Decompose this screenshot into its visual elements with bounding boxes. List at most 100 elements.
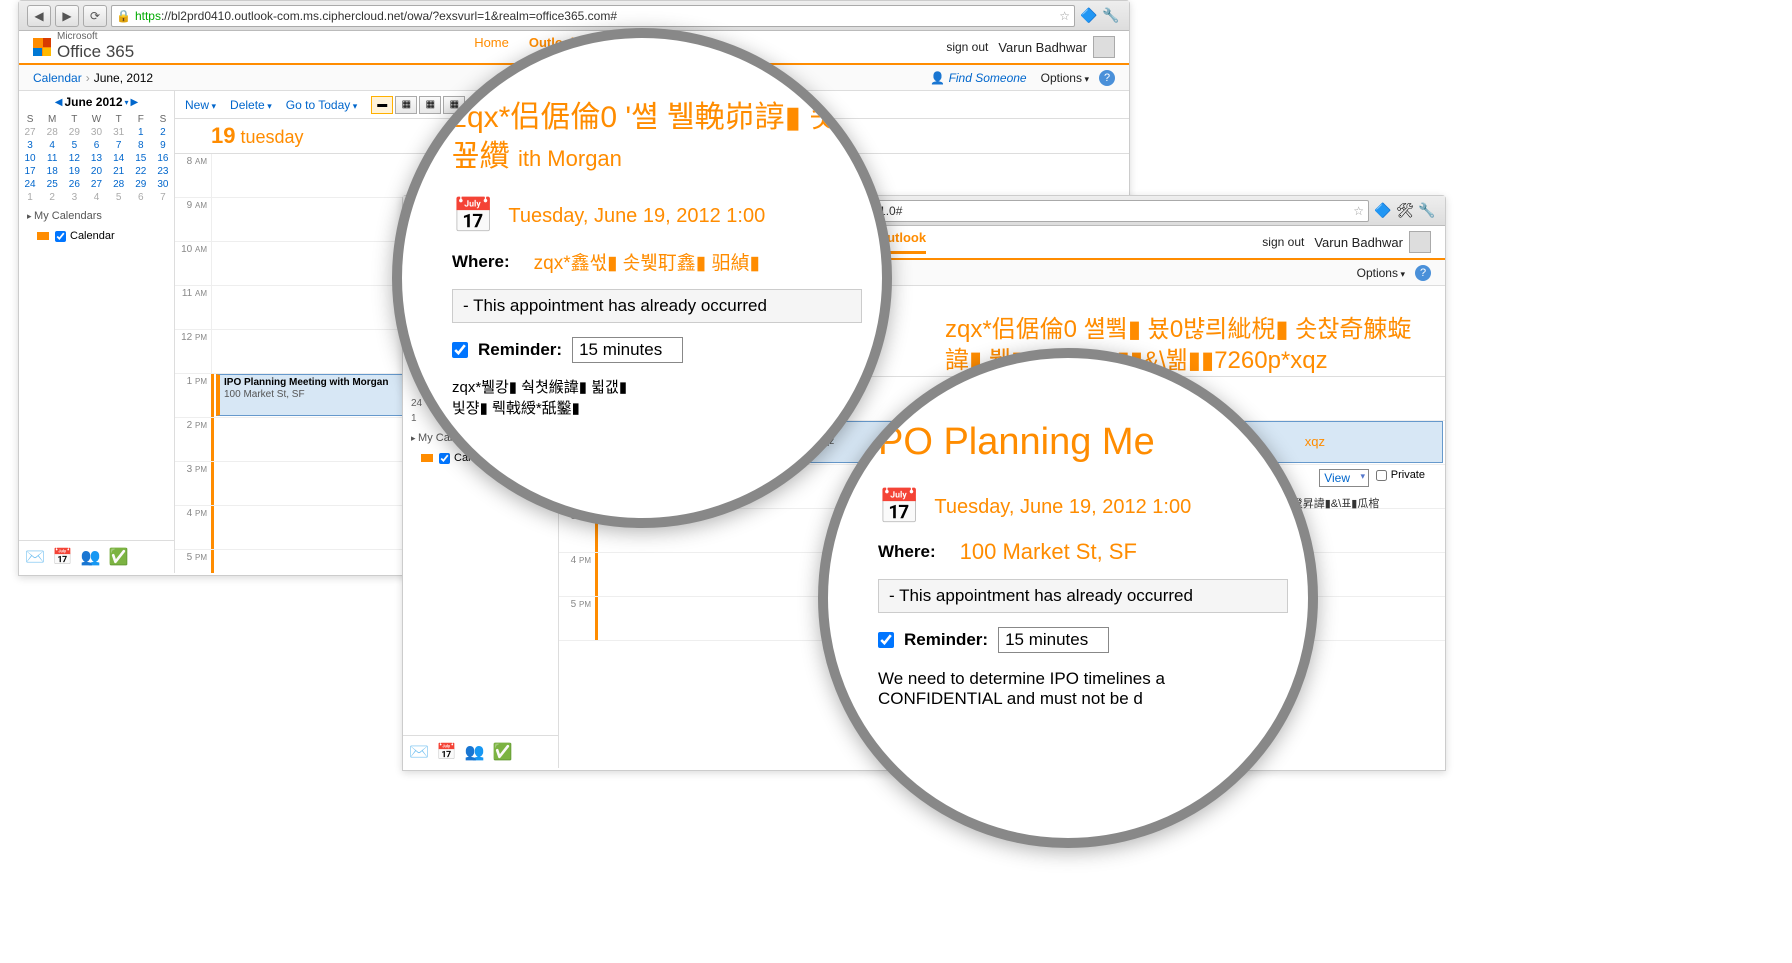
calendar-icon-2[interactable]: 📅 bbox=[437, 742, 457, 762]
reminder-checkbox-2[interactable] bbox=[878, 632, 894, 648]
mini-cal-day[interactable]: 11 bbox=[41, 152, 63, 165]
mini-calendar[interactable]: SMTWTFS 27282930311234567891011121314151… bbox=[19, 113, 174, 204]
view-work-week[interactable]: ▦ bbox=[395, 96, 417, 114]
mini-cal-day[interactable]: 7 bbox=[152, 191, 174, 204]
people-icon-2[interactable]: 👥 bbox=[465, 742, 485, 762]
month-name[interactable]: June 2012 bbox=[64, 95, 122, 109]
tasks-icon[interactable]: ✅ bbox=[109, 547, 129, 567]
pane-view-dd[interactable]: View bbox=[1319, 469, 1369, 487]
mini-cal-day[interactable]: 6 bbox=[85, 139, 107, 152]
calendar-glyph-icon-2: 📅 bbox=[878, 487, 920, 527]
prev-month[interactable]: ◀ bbox=[55, 97, 63, 108]
help-icon-2[interactable]: ? bbox=[1415, 265, 1431, 281]
reload-button[interactable]: ⟳ bbox=[83, 5, 107, 27]
mini-cal-day[interactable]: 28 bbox=[41, 126, 63, 139]
mini-cal-day[interactable]: 3 bbox=[19, 139, 41, 152]
options-menu-2[interactable]: Options bbox=[1357, 266, 1405, 280]
star-icon-2[interactable]: ☆ bbox=[1353, 204, 1364, 218]
mini-cal-day[interactable]: 9 bbox=[152, 139, 174, 152]
calendar-icon[interactable]: 📅 bbox=[53, 547, 73, 567]
mini-cal-day[interactable]: 6 bbox=[130, 191, 152, 204]
mini-cal-day[interactable]: 14 bbox=[108, 152, 130, 165]
ext-icon-2[interactable]: 🔷 bbox=[1373, 201, 1393, 221]
options-menu[interactable]: Options bbox=[1041, 71, 1089, 85]
private-checkbox[interactable] bbox=[1376, 470, 1387, 481]
mini-cal-day[interactable]: 5 bbox=[63, 139, 85, 152]
mini-cal-day[interactable]: 23 bbox=[152, 165, 174, 178]
my-calendars-header[interactable]: My Calendars bbox=[19, 204, 174, 228]
mini-cal-day[interactable]: 2 bbox=[152, 126, 174, 139]
zoom-lens-left: zqx*侣倨倫0 '쎨 뷀輓峁諄▮ 솟꾶纘 ith Morgan 📅 Tuesd… bbox=[392, 28, 892, 528]
find-someone[interactable]: Find Someone bbox=[930, 71, 1026, 85]
sign-out-link[interactable]: sign out bbox=[946, 40, 988, 54]
mini-cal-day[interactable]: 27 bbox=[19, 126, 41, 139]
mail-icon-2[interactable]: ✉️ bbox=[409, 742, 429, 762]
user-name: Varun Badhwar bbox=[998, 40, 1087, 55]
mini-cal-day[interactable]: 22 bbox=[130, 165, 152, 178]
hour-label: 5 PM bbox=[175, 550, 211, 573]
mini-cal-day[interactable]: 20 bbox=[85, 165, 107, 178]
mini-cal-day[interactable]: 1 bbox=[19, 191, 41, 204]
user-box[interactable]: Varun Badhwar bbox=[998, 36, 1115, 58]
mini-cal-day[interactable]: 7 bbox=[108, 139, 130, 152]
month-dd[interactable]: ▾ bbox=[125, 98, 129, 107]
mini-cal-day[interactable]: 3 bbox=[63, 191, 85, 204]
mini-cal-day[interactable]: 8 bbox=[130, 139, 152, 152]
hour-label: 5 PM bbox=[559, 597, 595, 640]
mini-cal-day[interactable]: 17 bbox=[19, 165, 41, 178]
goto-today[interactable]: Go to Today bbox=[286, 98, 358, 112]
mini-cal-day[interactable]: 29 bbox=[130, 178, 152, 191]
mini-cal-day[interactable]: 28 bbox=[108, 178, 130, 191]
mini-cal-day[interactable]: 15 bbox=[130, 152, 152, 165]
mini-cal-day[interactable]: 16 bbox=[152, 152, 174, 165]
mini-cal-day[interactable]: 1 bbox=[130, 126, 152, 139]
calendar-item[interactable]: Calendar bbox=[19, 228, 174, 244]
mini-cal-day[interactable]: 30 bbox=[85, 126, 107, 139]
mini-cal-day[interactable]: 21 bbox=[108, 165, 130, 178]
mini-cal-day[interactable]: 30 bbox=[152, 178, 174, 191]
back-button[interactable]: ◀ bbox=[27, 5, 51, 27]
mini-cal-day[interactable]: 5 bbox=[108, 191, 130, 204]
mini-cal-day[interactable]: 4 bbox=[85, 191, 107, 204]
wrench-icon[interactable]: 🔧 bbox=[1101, 6, 1121, 26]
mini-cal-day[interactable]: 12 bbox=[63, 152, 85, 165]
people-icon[interactable]: 👥 bbox=[81, 547, 101, 567]
mini-cal-day[interactable]: 4 bbox=[41, 139, 63, 152]
mini-cal-day[interactable]: 31 bbox=[108, 126, 130, 139]
view-week[interactable]: ▦ bbox=[419, 96, 441, 114]
wrench-icon-2[interactable]: 🔧 bbox=[1417, 201, 1437, 221]
breadcrumb-calendar[interactable]: Calendar bbox=[33, 71, 82, 85]
mini-cal-day[interactable]: 10 bbox=[19, 152, 41, 165]
mini-cal-day[interactable]: 13 bbox=[85, 152, 107, 165]
next-month[interactable]: ▶ bbox=[131, 97, 139, 108]
reminder-checkbox[interactable] bbox=[452, 342, 468, 358]
calendar-checkbox-2[interactable] bbox=[439, 453, 450, 464]
view-day[interactable]: ▬ bbox=[371, 96, 393, 114]
mini-cal-day[interactable]: 29 bbox=[63, 126, 85, 139]
mini-cal-day[interactable]: 27 bbox=[85, 178, 107, 191]
fwd-button[interactable]: ▶ bbox=[55, 5, 79, 27]
reminder-value[interactable]: 15 minutes bbox=[572, 337, 683, 363]
mini-cal-day[interactable]: 19 bbox=[63, 165, 85, 178]
url-bar[interactable]: 🔒 https ://bl2prd0410.outlook-com.ms.cip… bbox=[111, 5, 1075, 27]
mail-icon[interactable]: ✉️ bbox=[25, 547, 45, 567]
tasks-icon-2[interactable]: ✅ bbox=[493, 742, 513, 762]
calendar-checkbox[interactable] bbox=[55, 231, 66, 242]
help-icon[interactable]: ? bbox=[1099, 70, 1115, 86]
ext-icon-3[interactable]: 🛠 bbox=[1395, 201, 1415, 221]
new-menu[interactable]: New bbox=[185, 98, 216, 112]
mini-cal-day[interactable]: 2 bbox=[41, 191, 63, 204]
mini-cal-day[interactable]: 26 bbox=[63, 178, 85, 191]
mini-cal-day[interactable]: 18 bbox=[41, 165, 63, 178]
nav-home[interactable]: Home bbox=[474, 35, 509, 59]
zoom2-title: PO Planning Me bbox=[878, 418, 1268, 467]
star-icon[interactable]: ☆ bbox=[1059, 9, 1070, 23]
reminder-value-2[interactable]: 15 minutes bbox=[998, 627, 1109, 653]
user-box-2[interactable]: Varun Badhwar bbox=[1314, 231, 1431, 253]
mini-cal-day[interactable]: 25 bbox=[41, 178, 63, 191]
sidebar: ◀ June 2012 ▾ ▶ SMTWTFS 2728293031123456… bbox=[19, 91, 175, 573]
sign-out-link-2[interactable]: sign out bbox=[1262, 235, 1304, 249]
mini-cal-day[interactable]: 24 bbox=[19, 178, 41, 191]
ext-icon-1[interactable]: 🔷 bbox=[1079, 6, 1099, 26]
delete-button[interactable]: Delete bbox=[230, 98, 272, 112]
